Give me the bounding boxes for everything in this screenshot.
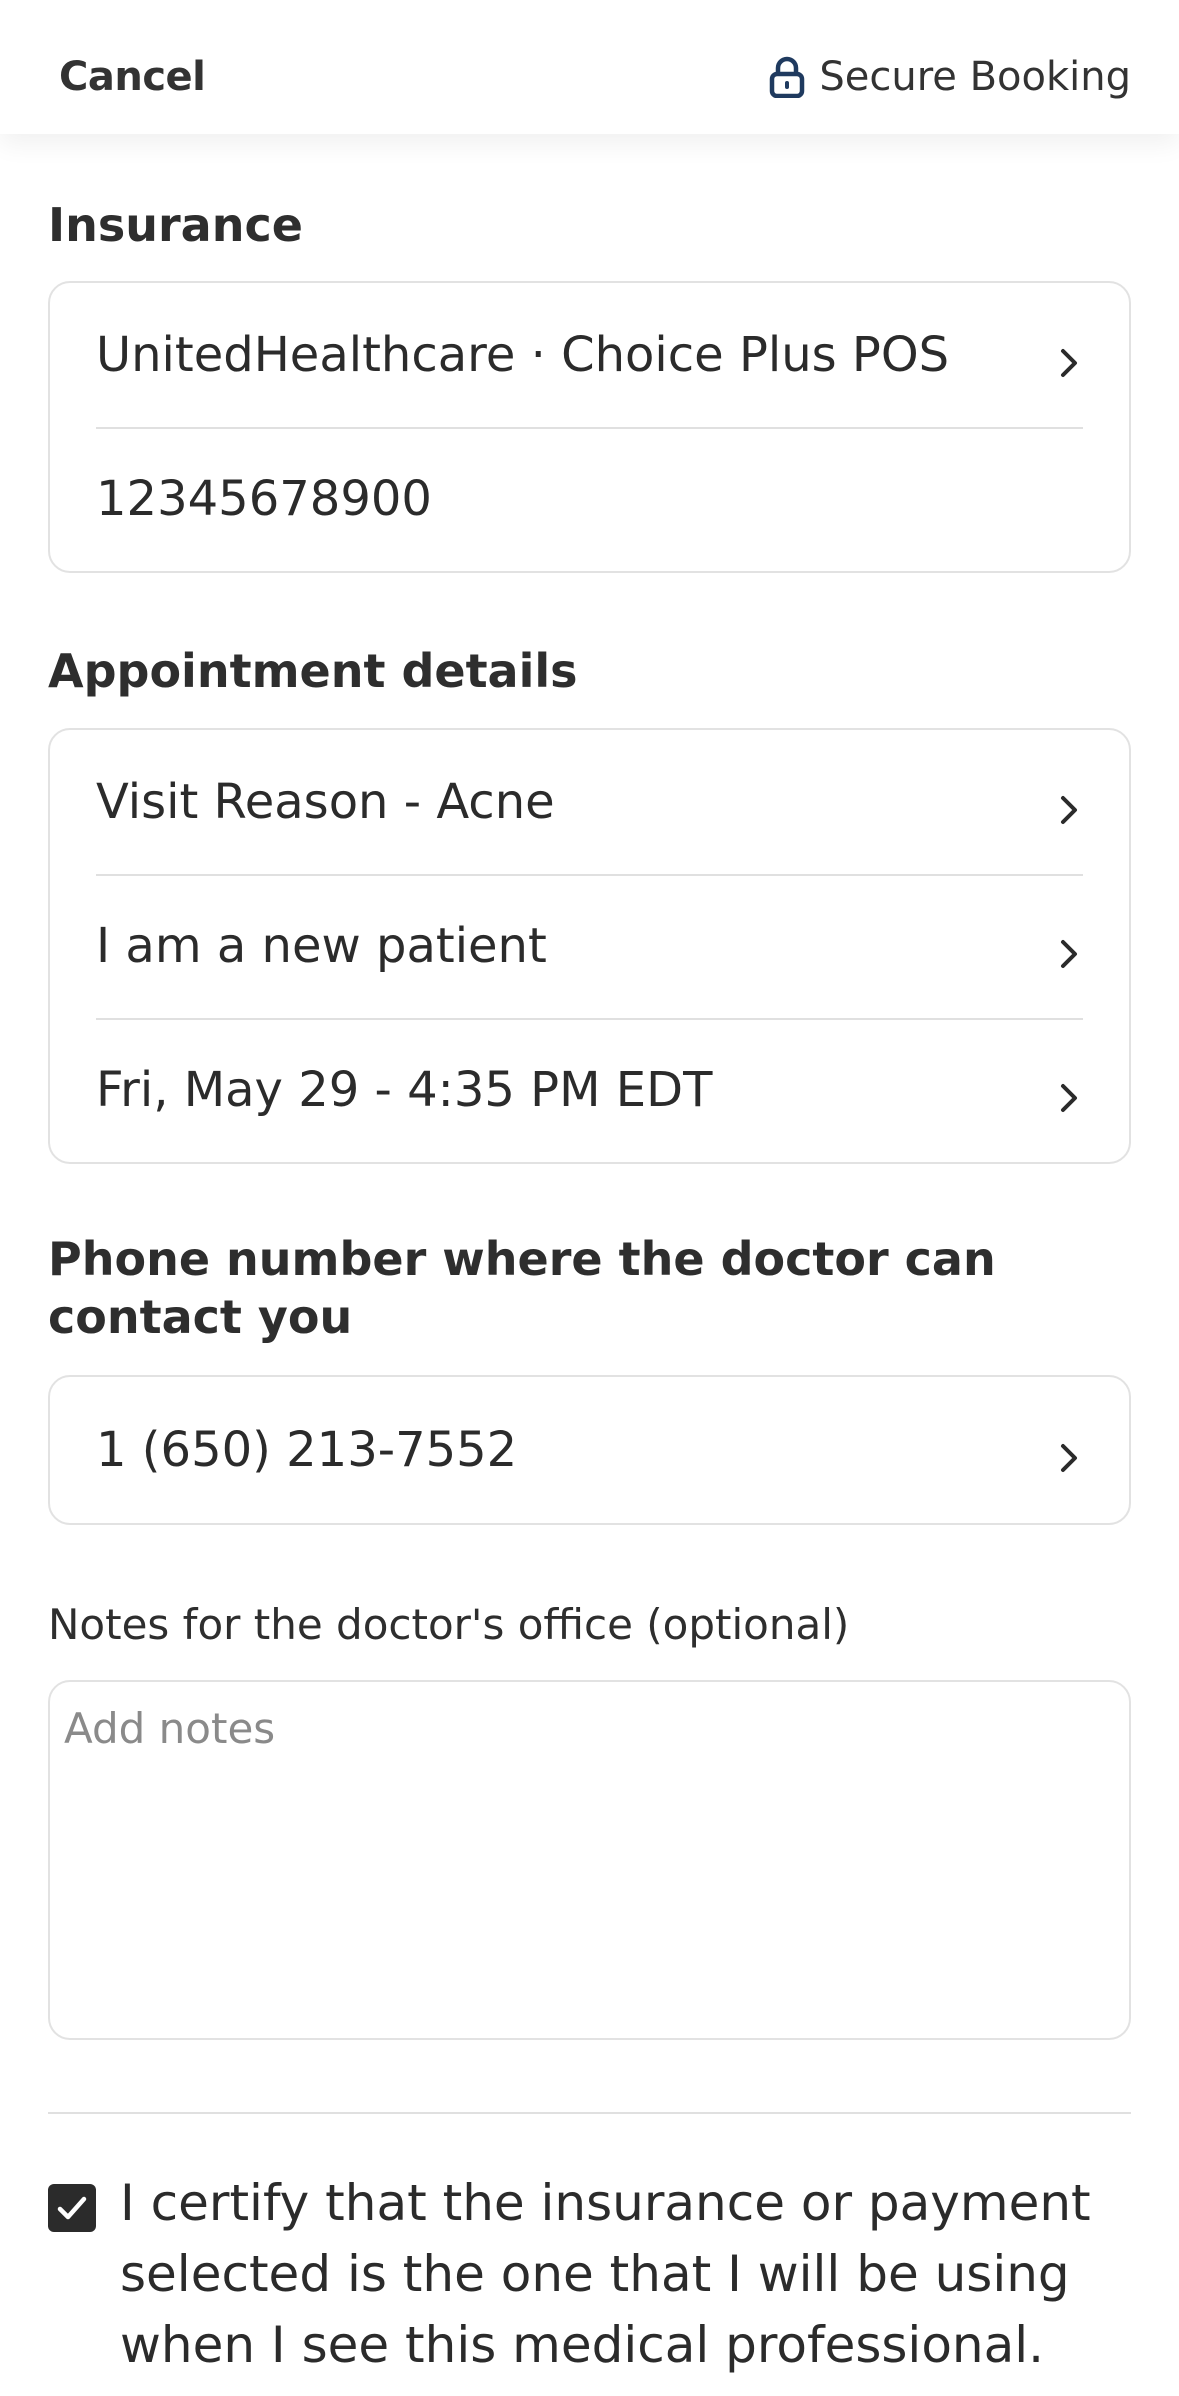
divider [48,2112,1131,2114]
secure-booking-label: Secure Booking [819,54,1131,100]
member-id-value: 12345678900 [96,471,432,527]
phone-card: 1 (650) 213-7552 [48,1375,1131,1525]
member-id-row: 12345678900 [50,427,1129,571]
chevron-right-icon [1055,928,1083,968]
top-bar: Cancel Secure Booking [0,0,1179,134]
checkmark-icon [57,2196,87,2220]
insurance-plan-row[interactable]: UnitedHealthcare · Choice Plus POS [50,283,1129,427]
certify-checkbox[interactable] [48,2184,96,2232]
lock-icon [769,56,805,99]
phone-section-title: Phone number where the doctor can contac… [48,1232,996,1344]
phone-number-row[interactable]: 1 (650) 213-7552 [50,1377,1129,1523]
cancel-button[interactable]: Cancel [59,54,206,100]
notes-input[interactable] [50,1682,1129,2038]
appointment-time-label: Fri, May 29 - 4:35 PM EDT [96,1062,713,1118]
chevron-right-icon [1055,1432,1083,1472]
appointment-card: Visit Reason - Acne I am a new patient F… [48,728,1131,1164]
chevron-right-icon [1055,1072,1083,1112]
visit-reason-row[interactable]: Visit Reason - Acne [50,730,1129,874]
notes-label: Notes for the doctor's office (optional) [48,1600,850,1649]
appointment-section-title: Appointment details [48,644,578,698]
certify-row: I certify that the insurance or payment … [48,2168,1131,2381]
insurance-card: UnitedHealthcare · Choice Plus POS 12345… [48,281,1131,573]
chevron-right-icon [1055,337,1083,377]
phone-number-value: 1 (650) 213-7552 [96,1422,518,1478]
appointment-time-row[interactable]: Fri, May 29 - 4:35 PM EDT [50,1018,1129,1162]
secure-booking-badge: Secure Booking [769,54,1131,100]
patient-status-row[interactable]: I am a new patient [50,874,1129,1018]
visit-reason-label: Visit Reason - Acne [96,774,555,830]
chevron-right-icon [1055,784,1083,824]
patient-status-label: I am a new patient [96,918,547,974]
insurance-section-title: Insurance [48,198,303,252]
certify-text: I certify that the insurance or payment … [120,2174,1091,2374]
notes-box [48,1680,1131,2040]
insurance-plan-label: UnitedHealthcare · Choice Plus POS [96,327,950,383]
